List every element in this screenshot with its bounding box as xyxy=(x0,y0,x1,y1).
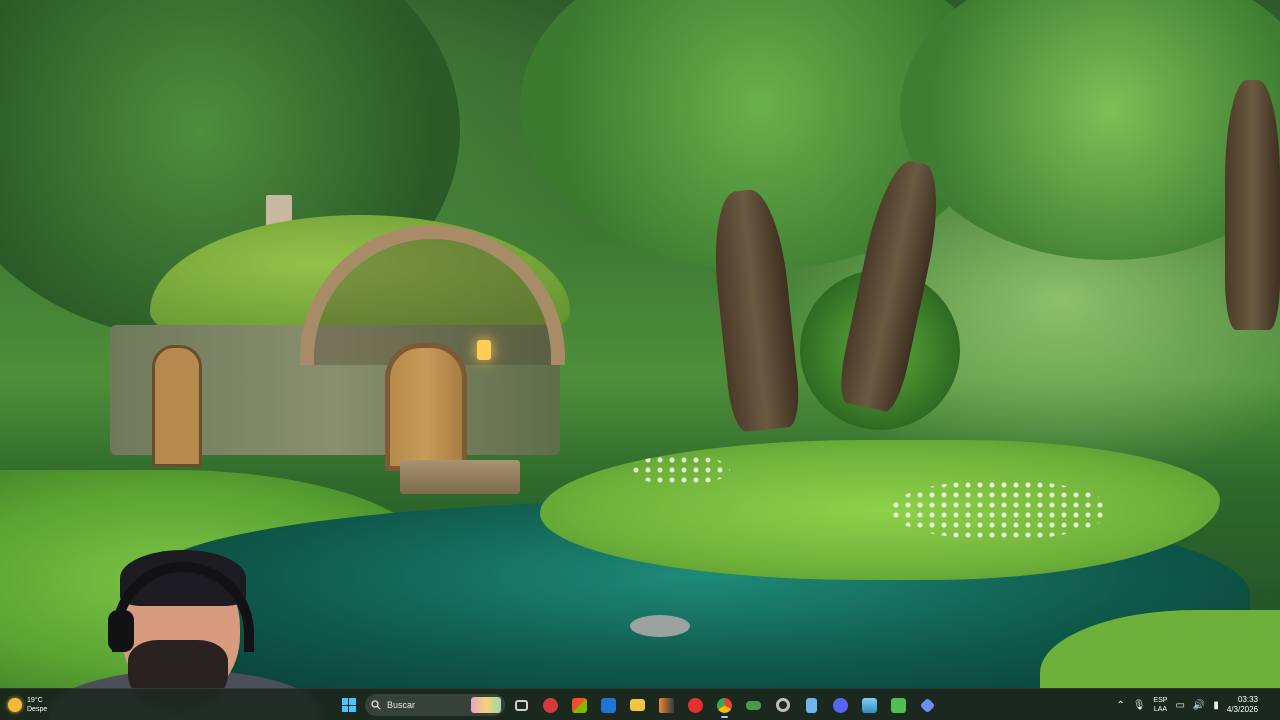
taskbar-app-green[interactable] xyxy=(886,692,911,718)
taskbar-app-creative[interactable] xyxy=(654,692,679,718)
hobbit-house xyxy=(100,195,570,494)
chevron-up-icon[interactable]: ⌃ xyxy=(1116,700,1124,711)
taskbar: 19°C Despe Buscar ⌃ 🎙 ESP LAA ▭ 🔊 ▮ 03:3… xyxy=(0,688,1280,720)
taskbar-app-red[interactable] xyxy=(538,692,563,718)
task-view-button[interactable] xyxy=(509,692,534,718)
language-indicator[interactable]: ESP LAA xyxy=(1153,696,1167,714)
gamepad-icon xyxy=(746,700,761,710)
search-highlight-icon xyxy=(471,697,501,713)
weather-condition: Despe xyxy=(27,706,48,713)
taskbar-app-gaming[interactable] xyxy=(741,692,766,718)
outlook-icon xyxy=(601,697,616,713)
start-button[interactable] xyxy=(336,692,361,718)
weather-sun-icon xyxy=(8,698,22,712)
taskbar-apps: Buscar xyxy=(336,691,940,719)
clock-time: 03:33 xyxy=(1237,695,1258,704)
red-app-icon xyxy=(543,697,558,713)
chrome-icon xyxy=(717,697,732,713)
taskbar-app-settings[interactable] xyxy=(770,692,795,718)
taskbar-app-youtube-music[interactable] xyxy=(683,692,708,718)
network-icon[interactable]: ▭ xyxy=(1175,700,1184,711)
discord-icon xyxy=(833,697,848,713)
weather-widget[interactable]: 19°C Despe xyxy=(8,689,47,720)
search-placeholder: Buscar xyxy=(387,700,416,710)
battery-icon[interactable]: ▮ xyxy=(1213,700,1219,711)
store-icon xyxy=(572,697,587,713)
search-box[interactable]: Buscar xyxy=(365,694,505,716)
taskbar-app-photos[interactable] xyxy=(857,692,882,718)
taskbar-app-blue[interactable] xyxy=(915,692,940,718)
flowers xyxy=(890,480,1110,540)
wooden-steps xyxy=(400,460,520,494)
taskbar-app-notepad[interactable] xyxy=(799,692,824,718)
tree-trunk xyxy=(1225,80,1280,330)
flowers xyxy=(630,455,730,485)
creative-app-icon xyxy=(659,697,674,713)
clock[interactable]: 03:33 4/3/2026 xyxy=(1227,695,1258,715)
arched-door xyxy=(385,343,467,471)
notepad-icon xyxy=(806,697,817,713)
microphone-icon[interactable]: 🎙 xyxy=(1133,700,1146,711)
play-icon xyxy=(688,697,703,713)
windows-logo-icon xyxy=(341,698,356,712)
green-app-icon xyxy=(891,697,906,713)
taskbar-app-discord[interactable] xyxy=(828,692,853,718)
round-door xyxy=(152,345,202,467)
blue-app-icon xyxy=(919,697,936,713)
language-top: ESP xyxy=(1153,697,1168,704)
taskbar-app-chrome[interactable] xyxy=(712,692,737,718)
headset-earcup xyxy=(108,610,134,652)
taskbar-app-file-explorer[interactable] xyxy=(625,692,650,718)
tree-canopy xyxy=(900,0,1280,260)
folder-icon xyxy=(630,699,645,711)
taskbar-app-outlook[interactable] xyxy=(596,692,621,718)
gear-icon xyxy=(775,698,790,712)
lantern xyxy=(477,340,491,360)
taskbar-app-store[interactable] xyxy=(567,692,592,718)
task-view-icon xyxy=(515,699,528,711)
rock xyxy=(630,615,690,637)
system-tray: ⌃ 🎙 ESP LAA ▭ 🔊 ▮ 03:33 4/3/2026 xyxy=(1116,689,1280,720)
weather-text: 19°C Despe xyxy=(27,696,47,714)
search-icon xyxy=(371,700,381,710)
language-bottom: LAA xyxy=(1153,706,1168,713)
weather-temperature: 19°C xyxy=(27,697,43,704)
photos-icon xyxy=(862,697,877,713)
volume-icon[interactable]: 🔊 xyxy=(1193,700,1205,711)
clock-date: 4/3/2026 xyxy=(1226,705,1258,714)
